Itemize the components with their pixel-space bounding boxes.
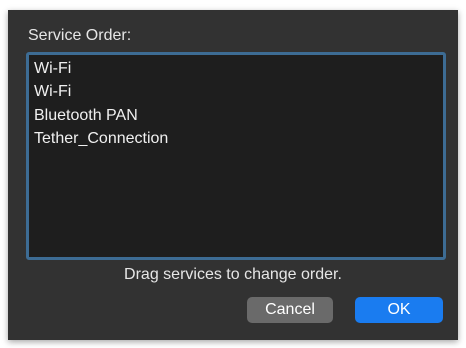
list-item[interactable]: Tether_Connection <box>34 129 168 149</box>
cancel-button[interactable]: Cancel <box>247 297 333 323</box>
service-list[interactable]: Wi-Fi Wi-Fi Bluetooth PAN Tether_Connect… <box>26 52 446 260</box>
service-order-dialog: Service Order: Wi-Fi Wi-Fi Bluetooth PAN… <box>8 10 458 340</box>
list-item[interactable]: Bluetooth PAN <box>34 106 138 126</box>
list-item[interactable]: Wi-Fi <box>34 82 71 102</box>
hint-text: Drag services to change order. <box>124 266 342 283</box>
ok-button[interactable]: OK <box>355 297 443 323</box>
list-item[interactable]: Wi-Fi <box>34 59 71 79</box>
dialog-title: Service Order: <box>28 27 132 44</box>
